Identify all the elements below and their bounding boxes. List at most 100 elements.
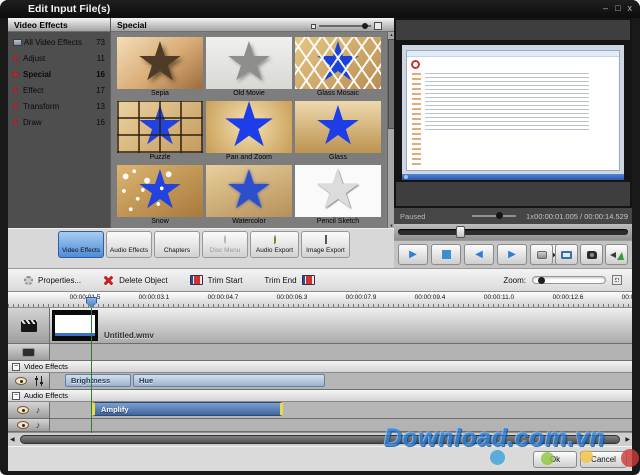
playback-controls: ▶ ◀ ▶ [394,240,632,268]
effect-clip-amplify[interactable]: Amplify [92,402,283,416]
tab-video-effects[interactable]: Video Effects [58,231,104,258]
gear-icon [24,276,33,285]
timeline-zoom-slider[interactable] [532,276,606,284]
preview-panel: Paused 1x 00:00:01.005 / 00:00:14.529 ▶ … [394,18,632,268]
fit-to-window-icon[interactable] [612,275,622,285]
tab-image-export[interactable]: Image Export [301,231,350,258]
category-effect[interactable]: ★ Effect 17 [8,82,110,98]
eye-icon[interactable] [17,421,29,429]
scroll-right-icon[interactable]: ▶ [625,436,630,444]
effect-thumb-snow[interactable]: ★ Snow [117,165,203,227]
category-special[interactable]: ★ Special 16 [8,66,110,82]
effects-gallery: ★ Sepia ★ Old Movie ★ Glass Mosaic ★ Puz… [111,32,387,228]
display-mode-button[interactable] [555,244,578,265]
effect-clip-brightness[interactable]: Brightness [65,374,131,387]
ok-button[interactable]: Ok [533,451,577,468]
zoom-out-icon[interactable] [311,24,316,29]
audio-export-icon [274,235,276,244]
star-preview-icon: ★ [117,37,203,87]
effects-category-list: All Video Effects 73 ★ Adjust 11 ★ Speci… [8,34,110,228]
tab-disc-menu: Disc Menu [202,231,248,258]
effect-thumb-pencil-sketch[interactable]: ★ Pencil Sketch [295,165,381,227]
delete-icon [103,275,114,286]
zoom-in-icon[interactable] [374,22,382,30]
tab-chapters[interactable]: Chapters [154,231,200,258]
video-track-header[interactable] [8,308,50,344]
slider-thumb[interactable] [538,277,545,284]
effect-thumb-pan-and-zoom[interactable]: ★ Pan and Zoom [206,101,292,163]
category-adjust[interactable]: ★ Adjust 11 [8,50,110,66]
category-all-video-effects[interactable]: All Video Effects 73 [8,34,110,50]
effect-thumb-glass[interactable]: ★ Glass [295,101,381,163]
eye-icon[interactable] [17,406,29,414]
play-button[interactable]: ▶ [398,244,428,265]
camera-icon [587,251,597,259]
effect-thumb-old-movie[interactable]: ★ Old Movie [206,37,292,99]
stop-icon [442,250,451,259]
delete-object-button[interactable]: Delete Object [119,276,167,285]
speed-slider[interactable] [472,215,516,217]
stop-button[interactable] [431,244,461,265]
audio-effects-lane[interactable]: Amplify [50,402,632,419]
overlay-track [8,344,632,361]
monitor-icon [561,251,572,259]
hscrollbar-thumb[interactable] [20,435,620,444]
effect-thumb-watercolor[interactable]: ★ Watercolor [206,165,292,227]
sliders-icon [34,376,43,386]
star-icon: ★ [12,70,23,79]
trim-end-button[interactable]: Trim End [264,276,296,285]
audio-effects-lane-2[interactable] [50,419,632,432]
playback-status: Paused [400,212,425,221]
video-effects-section: − Video Effects [8,361,632,373]
clip-name: Untitled.wmv [104,331,154,340]
gallery-zoom-slider[interactable] [311,22,382,30]
minimize-icon[interactable]: – [603,2,608,14]
slider-thumb[interactable] [496,212,503,219]
star-preview-icon: ★ [295,101,381,151]
maximize-icon[interactable]: □ [615,2,620,14]
clapperboard-icon [21,320,37,332]
ruler-tick: 00:00:11.0 [484,294,514,301]
close-icon[interactable]: x [628,2,633,14]
seek-thumb[interactable] [456,226,465,238]
category-draw[interactable]: ★ Draw 16 [8,114,110,130]
collapse-icon[interactable]: − [12,392,20,400]
timeline-hscrollbar[interactable]: ◀ ▶ [8,433,632,446]
star-preview-icon: ★ [117,101,203,151]
playhead-marker[interactable] [86,297,97,308]
capture-button[interactable] [530,244,553,265]
tab-audio-export[interactable]: Audio Export [250,231,299,258]
overlay-track-lane[interactable] [50,344,632,361]
snapshot-button[interactable] [580,244,603,265]
category-transform[interactable]: ★ Transform 13 [8,98,110,114]
trim-start-button[interactable]: Trim Start [208,276,243,285]
video-track: Untitled.wmv [8,308,632,344]
eye-icon[interactable] [15,377,27,385]
effect-thumb-puzzle[interactable]: ★ Puzzle [117,101,203,163]
capture-icon [537,251,547,259]
star-preview-icon: ★ [295,37,381,87]
gallery-scrollbar[interactable]: ▲ ▼ [387,32,394,228]
timeline-ruler[interactable]: 00:00:01.5 00:00:03.1 00:00:04.7 00:00:0… [8,292,632,308]
playback-status-bar: Paused 1x 00:00:01.005 / 00:00:14.529 [394,208,632,224]
effect-clip-hue[interactable]: Hue [133,374,325,387]
video-track-lane[interactable]: Untitled.wmv [50,308,632,344]
properties-button[interactable]: Properties... [38,276,81,285]
star-icon: ★ [12,54,23,63]
effect-thumb-sepia[interactable]: ★ Sepia [117,37,203,99]
slider-thumb[interactable] [362,23,368,29]
effect-thumb-glass-mosaic[interactable]: ★ Glass Mosaic [295,37,381,99]
ruler-tick: 00:00:14.2 [622,294,632,301]
overlay-track-header[interactable] [8,344,50,361]
collapse-icon[interactable]: − [12,363,20,371]
tab-audio-effects[interactable]: Audio Effects [106,231,152,258]
video-effects-lane[interactable]: Brightness Hue [50,373,632,390]
previous-frame-button[interactable]: ◀ [464,244,494,265]
seek-bar[interactable] [394,224,632,240]
note-icon: ♪ [36,420,41,430]
next-frame-button[interactable]: ▶ [497,244,527,265]
timeline-toolbar: Properties... Delete Object Trim Start T… [8,268,632,292]
cancel-button[interactable]: Cancel [580,451,627,468]
volume-button[interactable] [605,244,628,265]
scroll-left-icon[interactable]: ◀ [10,436,15,444]
